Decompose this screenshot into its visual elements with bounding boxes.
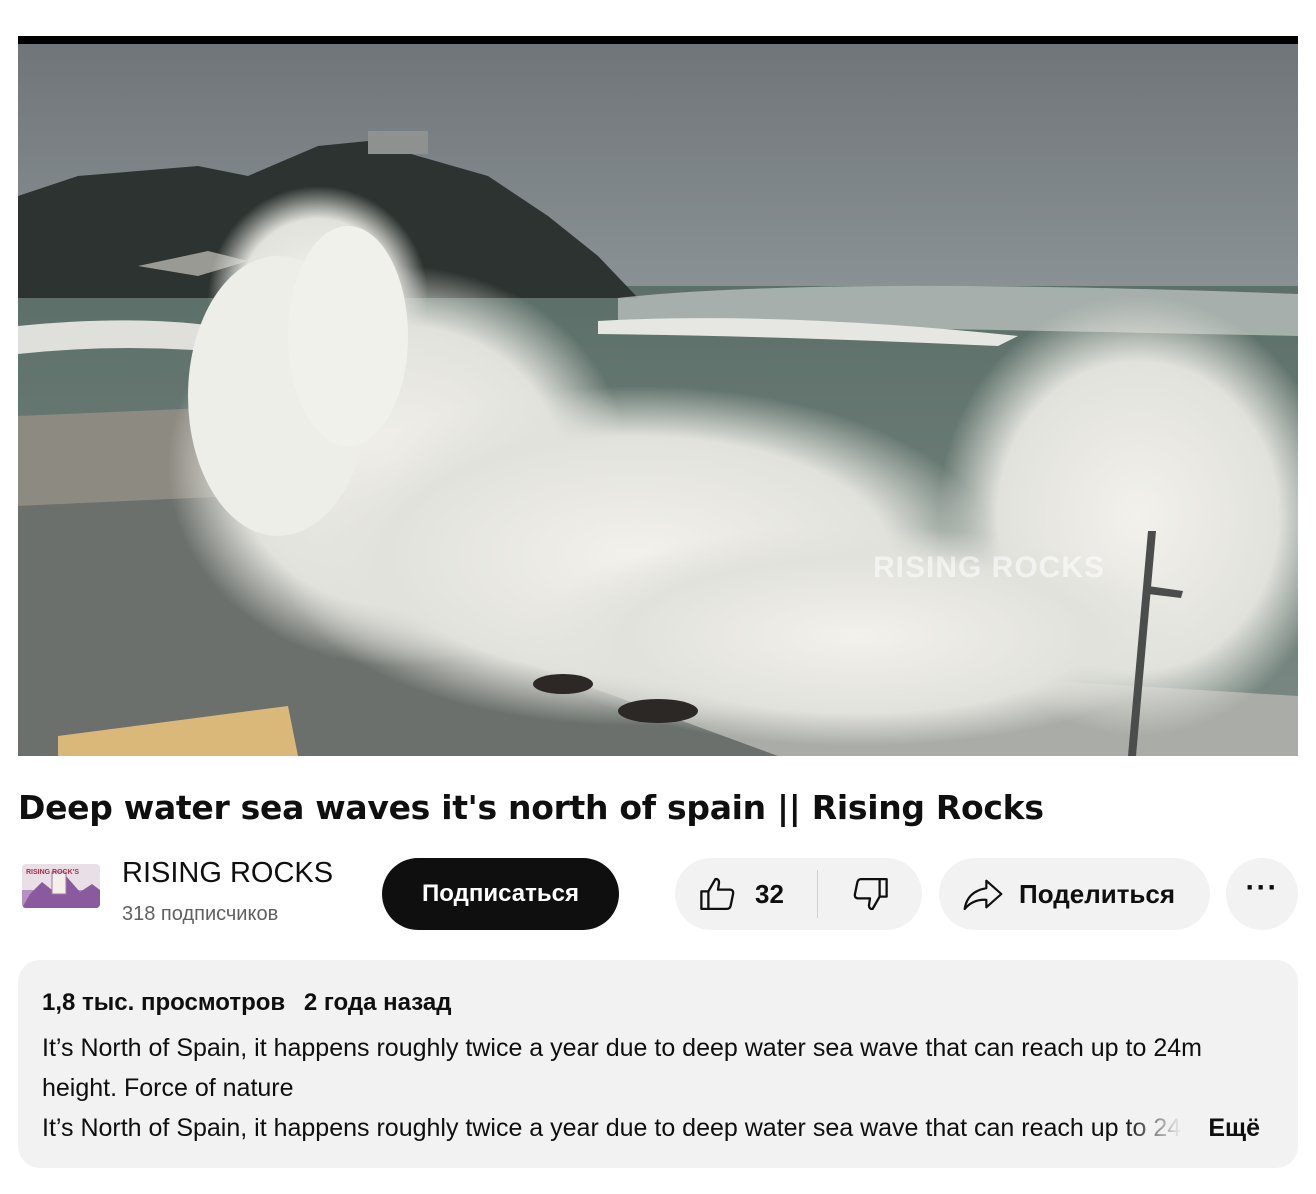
thumbs-down-icon [853,877,888,911]
thumbs-up-icon [700,877,735,911]
show-more-link[interactable]: Ещё [1208,1108,1260,1148]
view-count: 1,8 тыс. просмотров [42,989,286,1016]
channel-logo-icon: RISING ROCK'S [22,864,100,908]
like-dislike-group: 32 [675,858,922,930]
description-preview-row: It’s North of Spain, it happens roughly … [42,1108,1278,1148]
upload-age: 2 года назад [303,989,452,1016]
channel-avatar-text: RISING ROCK'S [26,869,79,876]
channel-avatar[interactable]: RISING ROCK'S [22,864,100,908]
description-meta: 1,8 тыс. просмотров 2 года назад [42,988,1274,1018]
more-actions-button[interactable]: ··· [1226,858,1298,930]
description-text: It’s North of Spain, it happens roughly … [42,1034,1202,1102]
subscribe-button[interactable]: Подписаться [382,858,619,930]
dislike-button[interactable] [818,858,922,930]
video-watermark: RISING ROCKS [873,551,1106,584]
share-arrow-icon [963,879,1003,911]
video-title: Deep water sea waves it's north of spain… [18,788,1044,827]
description-box[interactable]: 1,8 тыс. просмотров 2 года назад It’s No… [18,960,1298,1168]
description-truncated-text: It’s North of Spain, it happens roughly … [42,1114,1182,1142]
more-horizontal-icon: ··· [1245,871,1279,904]
video-frame [18,36,1298,756]
share-label: Поделиться [1019,878,1176,909]
share-button[interactable]: Поделиться [939,858,1210,930]
like-button[interactable]: 32 [675,858,817,930]
subscriber-count: 318 подписчиков [122,903,279,925]
like-count: 32 [755,878,784,909]
channel-name[interactable]: RISING ROCKS [122,857,333,890]
video-player[interactable]: RISING ROCKS [18,36,1298,756]
